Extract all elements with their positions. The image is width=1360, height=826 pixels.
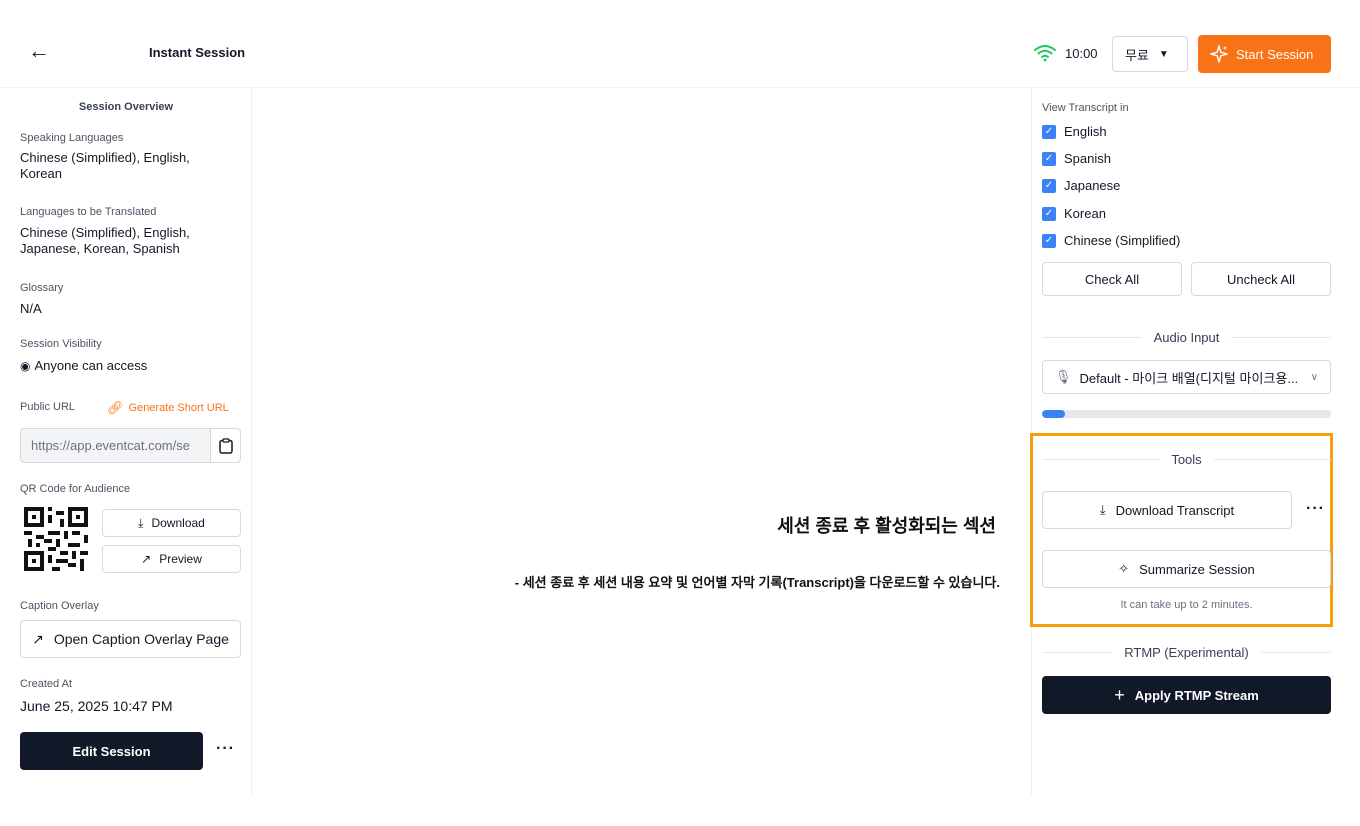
tools-header: Tools [1042,451,1331,467]
download-icon: ⤓ [1099,502,1106,517]
speaking-languages-value: Chinese (Simplified), English, Korean [20,150,190,181]
wifi-icon [1034,45,1056,62]
chevron-down-icon: ▼ [1158,48,1169,60]
apply-rtmp-label: Apply RTMP Stream [1134,687,1259,703]
translated-languages-label: Languages to be Translated [20,206,157,218]
download-icon: ⤓ [138,515,144,530]
session-timer: 10:00 [1065,46,1098,61]
audio-level-meter [1042,410,1331,418]
language-label: English [1064,124,1107,139]
chevron-down-icon: ∨ [1310,371,1318,383]
created-at-value: June 25, 2025 10:47 PM [20,698,173,714]
audio-input-title: Audio Input [1153,329,1220,345]
overview-title: Session Overview [78,101,174,113]
apply-rtmp-stream-button[interactable]: + Apply RTMP Stream [1042,676,1331,714]
glossary-value: N/A [20,301,42,316]
page-title: Instant Session [149,45,246,60]
top-bar: ← Instant Session 10:00 무료 ▼ Start Sessi… [0,0,1360,88]
edit-session-button[interactable]: Edit Session [20,732,203,770]
summarize-session-button[interactable]: ✧ Summarize Session [1042,550,1331,588]
created-at-label: Created At [20,678,72,690]
plan-label: 무료 [1125,47,1149,63]
language-label: Spanish [1064,151,1111,166]
language-checkbox-spanish[interactable]: ✓ Spanish [1042,151,1111,166]
transcript-settings-panel: View Transcript in ✓ English ✓ Spanish ✓… [1030,88,1336,796]
qr-download-label: Download [151,516,205,530]
edit-session-label: Edit Session [72,743,151,759]
language-label: Korean [1064,206,1106,221]
audio-device-label: Default - 마이크 배열(디지털 마이크용... [1079,370,1299,386]
magic-wand-icon: ✧ [1118,561,1130,576]
summarize-session-label: Summarize Session [1139,561,1255,577]
public-url-value: https://app.eventcat.com/se [31,438,190,453]
qr-preview-button[interactable]: ↗ Preview [102,545,241,573]
checkbox-checked-icon[interactable]: ✓ [1042,178,1056,193]
download-transcript-label: Download Transcript [1115,502,1235,518]
audio-level-fill [1042,410,1066,418]
visibility-text: Anyone can access [34,358,148,373]
eye-icon: ◉ [20,359,31,373]
sparkle-icon [1210,45,1228,63]
generate-short-url-label: Generate Short URL [128,402,229,414]
checkbox-checked-icon[interactable]: ✓ [1042,124,1056,139]
language-checkbox-japanese[interactable]: ✓ Japanese [1042,178,1120,193]
caption-overlay-label: Caption Overlay [20,600,99,612]
download-transcript-button[interactable]: ⤓ Download Transcript [1042,491,1292,529]
speaking-languages-label: Speaking Languages [20,132,124,144]
clipboard-icon[interactable] [210,429,240,462]
check-all-button[interactable]: Check All [1042,262,1182,296]
view-transcript-label: View Transcript in [1042,102,1129,114]
language-checkbox-chinese-simplified[interactable]: ✓ Chinese (Simplified) [1042,233,1180,248]
visibility-value: ◉ Anyone can access [20,358,240,374]
annotation-title: 세션 종료 후 활성화되는 섹션 [777,516,996,536]
language-label: Chinese (Simplified) [1064,233,1181,248]
language-label: Japanese [1064,178,1121,193]
external-link-icon: ↗ [32,630,44,647]
rtmp-header: RTMP (Experimental) [1042,644,1331,660]
plan-select[interactable]: 무료 ▼ [1112,36,1188,72]
more-options-icon[interactable]: ··· [216,740,235,758]
qr-code-label: QR Code for Audience [20,483,131,495]
translated-languages-value: Chinese (Simplified), English, Japanese,… [20,225,190,256]
checkbox-checked-icon[interactable]: ✓ [1042,206,1056,221]
summarize-hint: It can take up to 2 minutes. [1120,599,1253,611]
link-icon: 🔗︎ [107,400,124,415]
more-options-icon[interactable]: ··· [1306,500,1325,518]
qr-download-button[interactable]: ⤓ Download [102,509,241,537]
qr-code-image [24,507,88,571]
audio-input-select[interactable]: 🎙︎ Default - 마이크 배열(디지털 마이크용... ∨ [1042,360,1331,394]
uncheck-all-button[interactable]: Uncheck All [1191,262,1331,296]
open-caption-overlay-label: Open Caption Overlay Page [53,631,229,647]
checkbox-checked-icon[interactable]: ✓ [1042,151,1056,166]
microphone-icon: 🎙︎ [1055,369,1072,384]
visibility-label: Session Visibility [20,338,102,350]
open-caption-overlay-button[interactable]: ↗ Open Caption Overlay Page [20,620,241,658]
external-link-icon: ↗ [141,552,152,566]
public-url-field[interactable]: https://app.eventcat.com/se [20,428,241,463]
session-overview-panel: Session Overview Speaking Languages Chin… [16,88,252,796]
qr-preview-label: Preview [159,552,202,566]
start-session-label: Start Session [1236,46,1314,62]
glossary-label: Glossary [20,282,64,294]
language-checkbox-korean[interactable]: ✓ Korean [1042,206,1106,221]
generate-short-url-link[interactable]: 🔗︎ Generate Short URL [107,400,229,416]
checkbox-checked-icon[interactable]: ✓ [1042,233,1056,248]
tools-title: Tools [1171,451,1202,467]
start-session-button[interactable]: Start Session [1198,35,1331,73]
audio-input-header: Audio Input [1042,329,1331,345]
plus-icon: + [1114,684,1125,705]
public-url-label: Public URL [20,401,76,413]
rtmp-title: RTMP (Experimental) [1124,644,1249,660]
annotation-description: - 세션 종료 후 세션 내용 요약 및 언어별 자막 기록(Transcrip… [514,575,1000,590]
arrow-left-icon[interactable]: ← [28,40,50,62]
language-checkbox-english[interactable]: ✓ English [1042,124,1107,139]
